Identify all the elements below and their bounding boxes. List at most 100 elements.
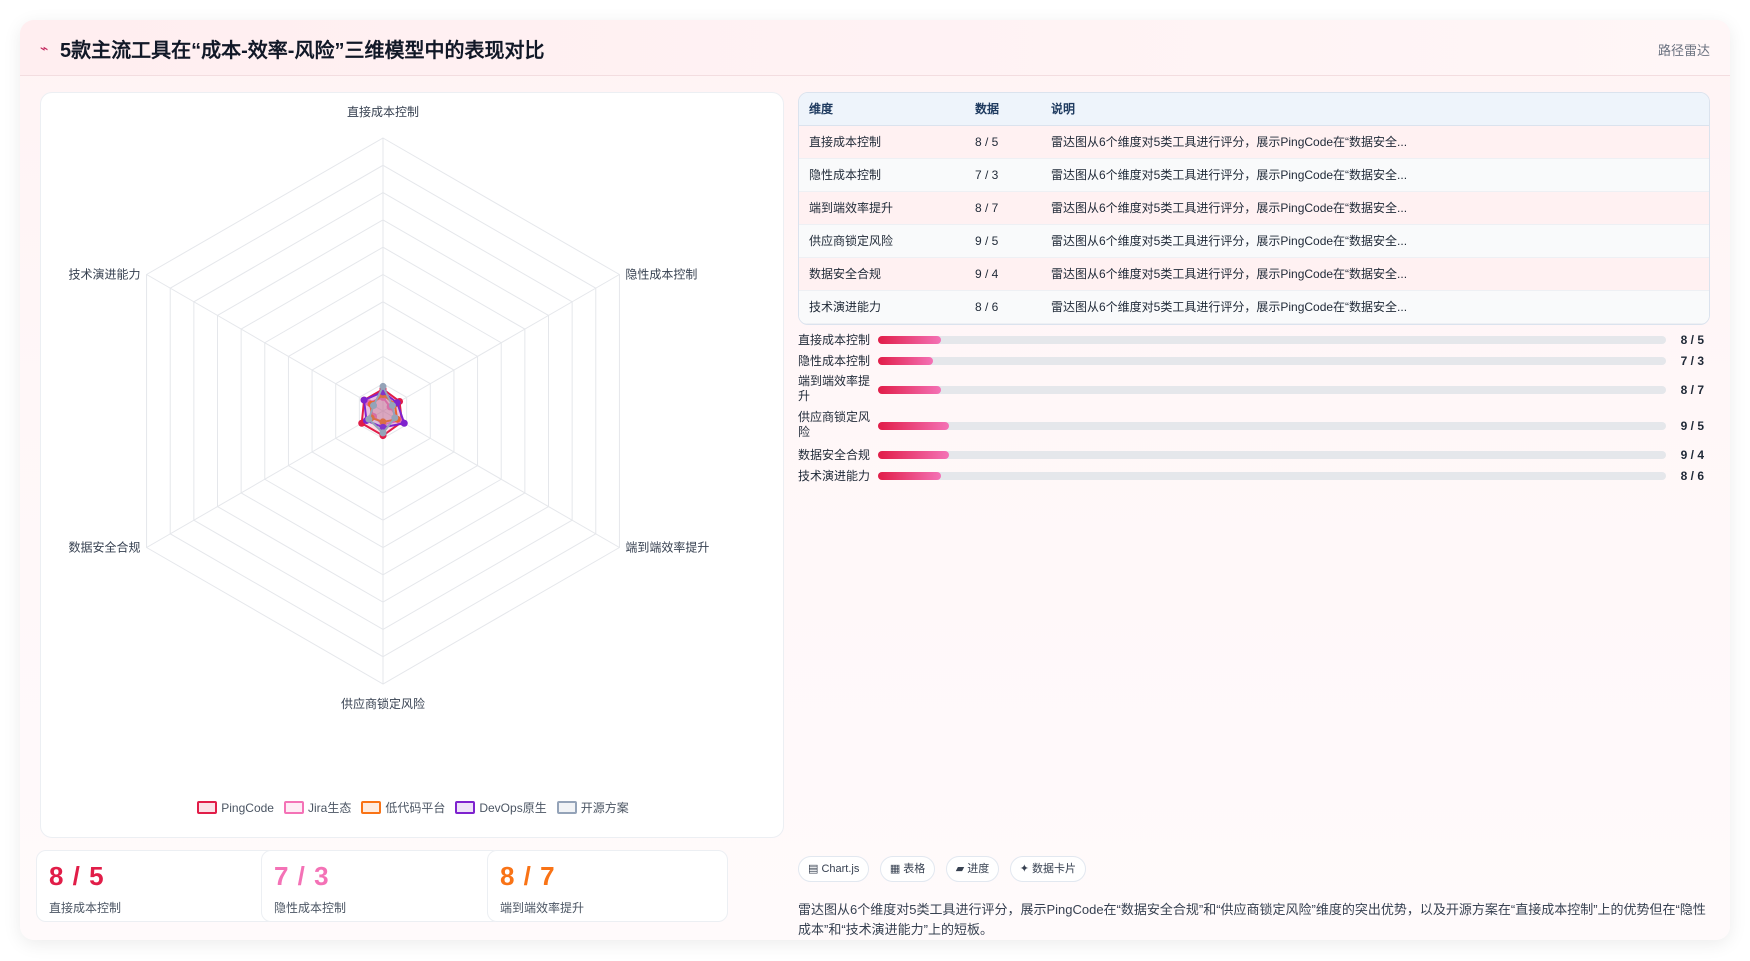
path-radar-label: 路径雷达 (1657, 43, 1710, 58)
radar-point (379, 382, 387, 390)
table-cell: 雷达图从6个维度对5类工具进行评分，展示PingCode在“数据安全... (1051, 158, 1709, 192)
legend-label: Jira生态 (307, 801, 352, 815)
progress-track (878, 472, 1666, 480)
progress-label: 技术演进能力 (798, 469, 871, 483)
table-row: 直接成本控制 8 / 5 雷达图从6个维度对5类工具进行评分，展示PingCod… (799, 125, 1709, 159)
progress-fill (878, 472, 942, 480)
chip-table[interactable]: ▦ 表格 (879, 856, 936, 882)
legend-swatch (283, 801, 304, 814)
legend-swatch (361, 801, 382, 814)
progress-value: 8 / 5 (1680, 333, 1704, 347)
main-card: ⌁ 5款主流工具在“成本-效率-风险”三维模型中的表现对比 路径雷达 直接成本控… (20, 20, 1730, 940)
table-header-description: 说明 (1051, 93, 1709, 126)
progress-label: 端到端效率提升 (798, 374, 871, 403)
radar-point (370, 402, 378, 410)
progress-label: 数据安全合规 (798, 448, 871, 462)
progress-value: 8 / 7 (1680, 383, 1704, 397)
table-cell: 8 / 6 (975, 290, 1051, 324)
legend-item[interactable]: PingCode (197, 801, 274, 815)
radar-axis-label: 隐性成本控制 (625, 268, 697, 282)
progress-fill (878, 386, 942, 394)
view-chips: ▤ Chart.js ▦ 表格 ▰ 进度 ✦ 数据卡片 (798, 856, 1092, 882)
radar-axis-label: 端到端效率提升 (625, 540, 709, 555)
table-cell: 雷达图从6个维度对5类工具进行评分，展示PingCode在“数据安全... (1051, 125, 1709, 159)
stat-label: 端到端效率提升 (500, 901, 585, 915)
legend-label: 低代码平台 (385, 801, 446, 815)
stat-card-1: 8 / 5 直接成本控制 (36, 850, 277, 922)
radar-point (391, 414, 399, 422)
radar-axis-label: 供应商锁定风险 (341, 696, 425, 711)
table-cell: 雷达图从6个维度对5类工具进行评分，展示PingCode在“数据安全... (1051, 290, 1709, 324)
legend-item[interactable]: 开源方案 (556, 799, 629, 816)
summary-text: 雷达图从6个维度对5类工具进行评分，展示PingCode在“数据安全合规”和“供… (798, 902, 1706, 937)
radar-point (400, 419, 408, 427)
legend-swatch (197, 801, 218, 814)
radar-icon: ⌁ (40, 40, 49, 56)
table-cell: 供应商锁定风险 (799, 224, 975, 258)
progress-label: 隐性成本控制 (798, 354, 871, 368)
legend-item[interactable]: DevOps原生 (455, 799, 547, 816)
legend-swatch (556, 801, 577, 814)
progress-value: 9 / 4 (1680, 448, 1704, 462)
stat-card-3: 8 / 7 端到端效率提升 (487, 850, 728, 922)
radar-axis-label: 数据安全合规 (69, 540, 141, 555)
stat-card-2: 7 / 3 隐性成本控制 (261, 850, 502, 922)
data-table: 维度 数据 说明 直接成本控制 8 / 5 雷达图从6个维度对5类工具进行评分，… (798, 92, 1710, 325)
table-cell: 7 / 3 (975, 158, 1051, 192)
chip-chartjs[interactable]: ▤ Chart.js (798, 856, 870, 882)
stat-label: 直接成本控制 (49, 901, 122, 915)
table-cell: 隐性成本控制 (799, 158, 975, 192)
progress-value: 8 / 6 (1680, 469, 1704, 483)
progress-fill (878, 451, 949, 459)
table-cell: 技术演进能力 (799, 290, 975, 324)
table-cell: 雷达图从6个维度对5类工具进行评分，展示PingCode在“数据安全... (1051, 257, 1709, 291)
legend-label: PingCode (221, 801, 274, 815)
table-cell: 雷达图从6个维度对5类工具进行评分，展示PingCode在“数据安全... (1051, 224, 1709, 258)
radar-axis-label: 技术演进能力 (69, 267, 141, 282)
header: ⌁ 5款主流工具在“成本-效率-风险”三维模型中的表现对比 路径雷达 (20, 20, 1730, 76)
progress-value: 7 / 3 (1680, 354, 1704, 368)
progress-track (878, 422, 1666, 430)
progress-label: 直接成本控制 (798, 333, 871, 347)
radar-point (360, 396, 368, 404)
table-cell: 直接成本控制 (799, 125, 975, 159)
page-title: 5款主流工具在“成本-效率-风险”三维模型中的表现对比 (60, 40, 545, 62)
progress-track (878, 386, 1666, 394)
chip-data-card[interactable]: ✦ 数据卡片 (1009, 856, 1086, 882)
legend-item[interactable]: 低代码平台 (361, 799, 445, 816)
progress-label: 供应商锁定风险 (798, 410, 871, 439)
progress-track (878, 336, 1666, 344)
stat-value: 7 / 3 (274, 861, 330, 891)
table-cell: 9 / 4 (975, 257, 1051, 291)
table-cell: 8 / 5 (975, 125, 1051, 159)
chip-progress[interactable]: ▰ 进度 (945, 856, 1000, 882)
radar-point (379, 429, 387, 437)
progress-fill (878, 357, 934, 365)
table-cell: 端到端效率提升 (799, 191, 975, 225)
progress-fill (878, 336, 942, 344)
progress-fill (878, 422, 949, 430)
chart-legend: PingCode Jira生态 低代码平台 DevOps原生 开源方案 (41, 799, 785, 816)
table-cell: 9 / 5 (975, 224, 1051, 258)
table-row: 技术演进能力 8 / 6 雷达图从6个维度对5类工具进行评分，展示PingCod… (799, 290, 1709, 324)
table-cell: 数据安全合规 (799, 257, 975, 291)
radar-point (365, 415, 373, 423)
progress-track (878, 357, 1666, 365)
table-header-data: 数据 (975, 93, 1051, 126)
table-row: 供应商锁定风险 9 / 5 雷达图从6个维度对5类工具进行评分，展示PingCo… (799, 224, 1709, 258)
progress-track (878, 451, 1666, 459)
table-cell: 雷达图从6个维度对5类工具进行评分，展示PingCode在“数据安全... (1051, 191, 1709, 225)
table-cell: 8 / 7 (975, 191, 1051, 225)
legend-item[interactable]: Jira生态 (283, 799, 352, 816)
legend-swatch (455, 801, 476, 814)
radar-chart: 直接成本控制隐性成本控制端到端效率提升供应商锁定风险 数据安全合规技术演进能力 (69, 104, 710, 711)
stat-label: 隐性成本控制 (274, 901, 347, 915)
progress-value: 9 / 5 (1680, 419, 1704, 433)
radar-point (388, 402, 396, 410)
table-row: 隐性成本控制 7 / 3 雷达图从6个维度对5类工具进行评分，展示PingCod… (799, 158, 1709, 192)
stat-value: 8 / 7 (500, 861, 556, 891)
table-row: 数据安全合规 9 / 4 雷达图从6个维度对5类工具进行评分，展示PingCod… (799, 257, 1709, 291)
legend-label: 开源方案 (580, 801, 629, 815)
table-row: 端到端效率提升 8 / 7 雷达图从6个维度对5类工具进行评分，展示PingCo… (799, 191, 1709, 225)
stat-value: 8 / 5 (49, 861, 105, 891)
